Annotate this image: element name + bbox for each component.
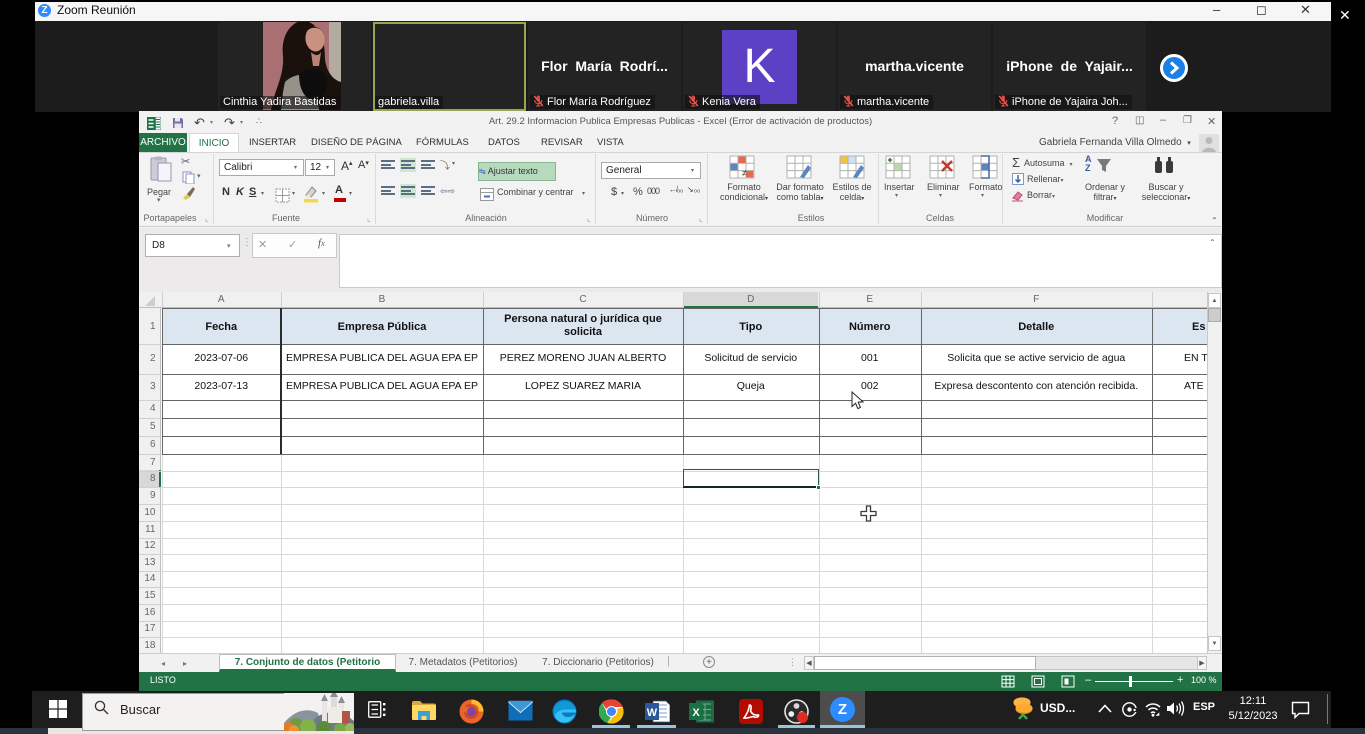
svg-text:≠: ≠ bbox=[742, 168, 747, 178]
svg-text:W: W bbox=[647, 707, 658, 719]
svg-text:X: X bbox=[692, 707, 700, 719]
